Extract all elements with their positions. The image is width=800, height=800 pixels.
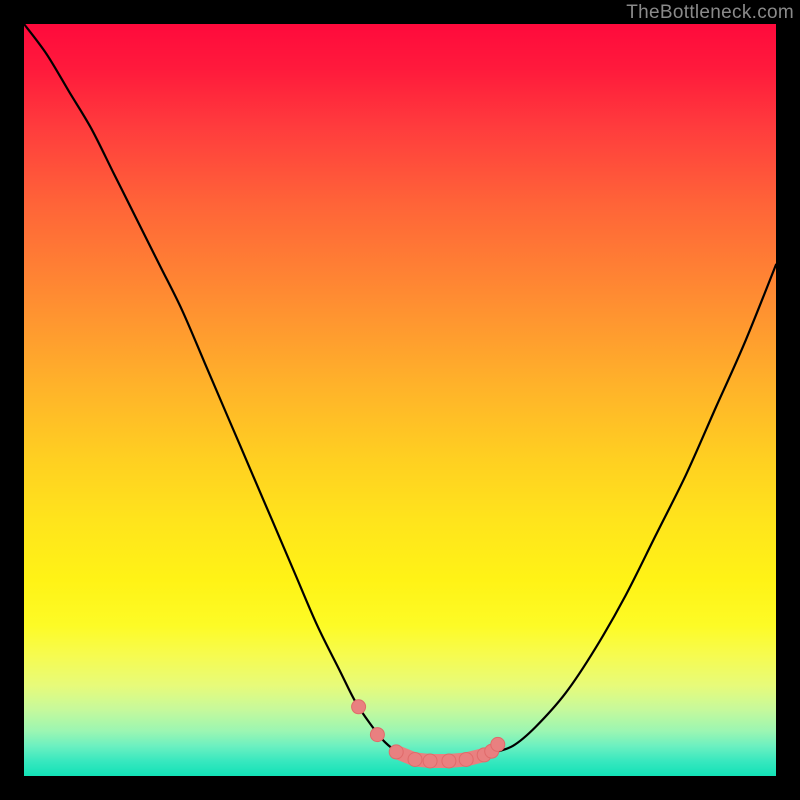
gradient-background	[24, 24, 776, 776]
chart-frame: TheBottleneck.com	[0, 0, 800, 800]
plot-area	[24, 24, 776, 776]
watermark-text: TheBottleneck.com	[626, 2, 794, 24]
